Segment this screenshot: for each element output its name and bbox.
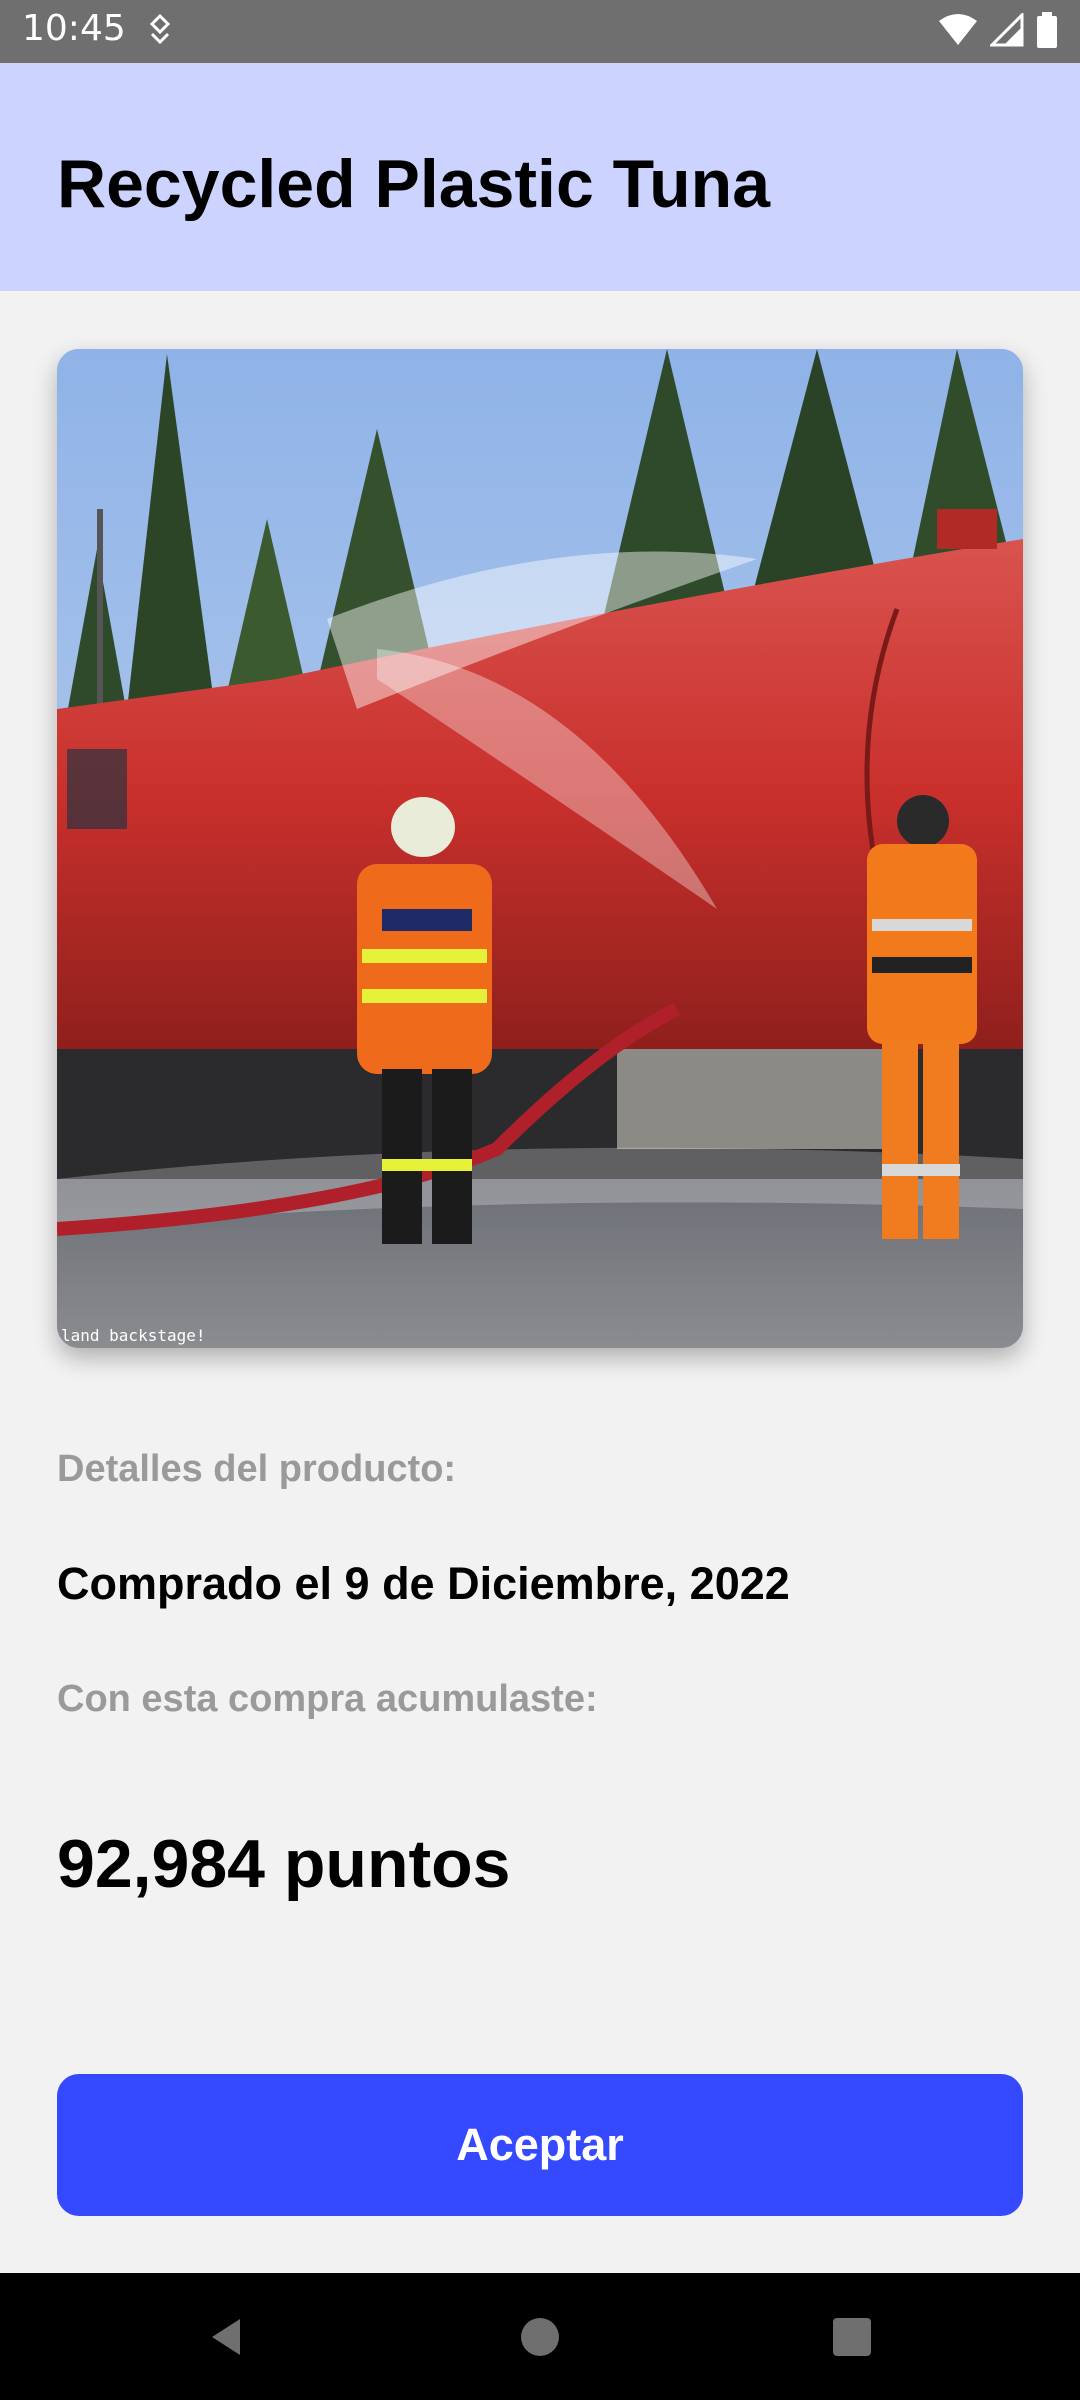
status-time: 10:45 <box>22 8 126 49</box>
signal-icon <box>988 10 1024 52</box>
status-icons <box>938 10 1058 53</box>
navigation-bar <box>0 2273 1080 2400</box>
points-value: 92,984 puntos <box>57 1826 511 1902</box>
status-bar: 10:45 <box>0 0 1080 63</box>
accept-button[interactable]: Aceptar <box>57 2074 1023 2216</box>
photo-watermark: land backstage! <box>61 1326 206 1345</box>
page-title: Recycled Plastic Tuna <box>57 146 771 222</box>
home-icon[interactable] <box>518 2315 562 2359</box>
accumulated-label: Con esta compra acumulaste: <box>57 1678 598 1720</box>
product-photo: land backstage! <box>57 349 1023 1348</box>
back-icon[interactable] <box>204 2315 248 2359</box>
details-label: Detalles del producto: <box>57 1448 457 1490</box>
battery-icon <box>1036 11 1058 53</box>
purchase-date: Comprado el 9 de Diciembre, 2022 <box>57 1558 790 1609</box>
nfc-location-icon <box>146 12 174 48</box>
wifi-icon <box>938 13 978 52</box>
recents-icon[interactable] <box>830 2315 874 2359</box>
header: Recycled Plastic Tuna <box>0 63 1080 291</box>
